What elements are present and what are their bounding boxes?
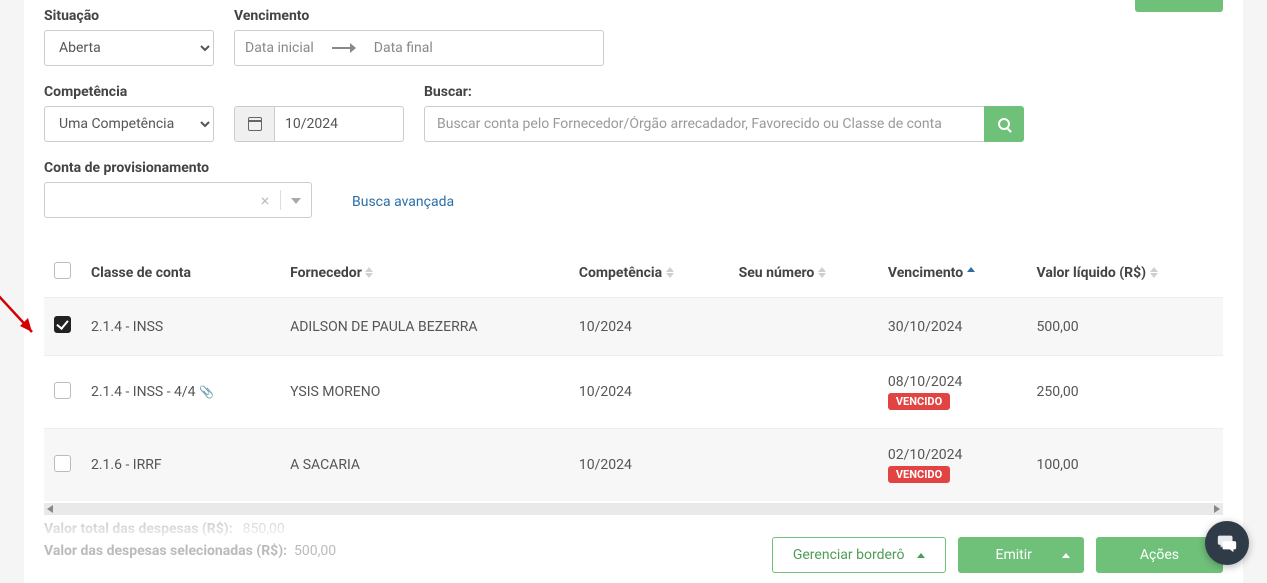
- cell-valor: 100,00: [1027, 429, 1224, 502]
- arrow-right-icon: [332, 43, 356, 53]
- gerenciar-bordero-button[interactable]: Gerenciar borderô: [772, 537, 946, 573]
- date-from-placeholder: Data inicial: [245, 40, 314, 56]
- situacao-label: Situação: [44, 8, 214, 24]
- chevron-down-icon[interactable]: [281, 192, 311, 208]
- caret-up-icon: [917, 553, 925, 558]
- results-table: Classe de conta Fornecedor Competência S…: [44, 248, 1223, 501]
- cell-seu-numero: [729, 429, 878, 502]
- cell-fornecedor: ADILSON DE PAULA BEZERRA: [280, 298, 569, 356]
- sort-icon: [365, 267, 373, 278]
- footer-bar: Valor das despesas selecionadas (R$): 50…: [24, 519, 1243, 583]
- sort-icon: [1150, 267, 1158, 278]
- situacao-select[interactable]: Aberta: [44, 30, 214, 66]
- col-competencia[interactable]: Competência: [569, 248, 729, 298]
- cell-fornecedor: YSIS MORENO: [280, 356, 569, 429]
- vencimento-range-input[interactable]: Data inicial Data final: [234, 30, 604, 66]
- cell-valor: 250,00: [1027, 356, 1224, 429]
- cell-vencimento: 02/10/2024VENCIDO: [878, 429, 1027, 502]
- row-checkbox[interactable]: [54, 316, 71, 333]
- sort-icon: [967, 267, 975, 278]
- col-vencimento[interactable]: Vencimento: [878, 248, 1027, 298]
- cell-classe: 2.1.4 - INSS: [81, 298, 280, 356]
- sort-icon: [818, 267, 826, 278]
- cell-fornecedor: A SACARIA: [280, 429, 569, 502]
- search-icon: [998, 118, 1010, 130]
- table-row[interactable]: 2.1.4 - INSS ADILSON DE PAULA BEZERRA 10…: [44, 298, 1223, 356]
- selected-total: Valor das despesas selecionadas (R$): 50…: [44, 543, 336, 559]
- provisionamento-combo[interactable]: ×: [44, 182, 312, 218]
- competencia-label: Competência: [44, 84, 214, 100]
- provisionamento-label: Conta de provisionamento: [44, 160, 312, 176]
- cell-competencia: 10/2024: [569, 298, 729, 356]
- row-checkbox[interactable]: [54, 382, 71, 399]
- table-row[interactable]: 2.1.6 - IRRF A SACARIA 10/2024 02/10/202…: [44, 429, 1223, 502]
- select-all-checkbox[interactable]: [54, 262, 71, 279]
- col-classe[interactable]: Classe de conta: [81, 248, 280, 298]
- search-input[interactable]: [424, 106, 984, 142]
- advanced-search-link[interactable]: Busca avançada: [352, 194, 454, 218]
- clear-icon[interactable]: ×: [250, 191, 280, 210]
- col-fornecedor[interactable]: Fornecedor: [280, 248, 569, 298]
- col-seu-numero[interactable]: Seu número: [729, 248, 878, 298]
- buscar-label: Buscar:: [424, 84, 1223, 100]
- overdue-badge: VENCIDO: [888, 466, 950, 483]
- vencimento-label: Vencimento: [234, 8, 604, 24]
- row-checkbox[interactable]: [54, 455, 71, 472]
- caret-up-icon: [1062, 553, 1070, 558]
- cell-classe: 2.1.4 - INSS - 4/4 📎: [81, 356, 280, 429]
- cell-classe: 2.1.6 - IRRF: [81, 429, 280, 502]
- cell-valor: 500,00: [1027, 298, 1224, 356]
- calendar-icon: [248, 117, 262, 131]
- sort-icon: [666, 267, 674, 278]
- cell-vencimento: 30/10/2024: [878, 298, 1027, 356]
- emitir-button[interactable]: Emitir: [958, 537, 1084, 573]
- horizontal-scrollbar[interactable]: [44, 503, 1223, 515]
- cell-competencia: 10/2024: [569, 356, 729, 429]
- paperclip-icon: 📎: [199, 385, 214, 399]
- cell-seu-numero: [729, 356, 878, 429]
- top-green-button[interactable]: [1135, 0, 1223, 12]
- date-to-placeholder: Data final: [374, 40, 433, 56]
- chat-icon: [1216, 532, 1238, 554]
- cell-seu-numero: [729, 298, 878, 356]
- competencia-input[interactable]: [274, 106, 404, 142]
- acoes-button[interactable]: Ações: [1096, 537, 1223, 573]
- calendar-addon[interactable]: [234, 106, 274, 142]
- overdue-badge: VENCIDO: [888, 393, 950, 410]
- cell-vencimento: 08/10/2024VENCIDO: [878, 356, 1027, 429]
- cell-competencia: 10/2024: [569, 429, 729, 502]
- competencia-mode-select[interactable]: Uma Competência: [44, 106, 214, 142]
- col-valor[interactable]: Valor líquido (R$): [1027, 248, 1224, 298]
- search-button[interactable]: [984, 106, 1024, 142]
- table-row[interactable]: 2.1.4 - INSS - 4/4 📎 YSIS MORENO 10/2024…: [44, 356, 1223, 429]
- chat-fab[interactable]: [1205, 521, 1249, 565]
